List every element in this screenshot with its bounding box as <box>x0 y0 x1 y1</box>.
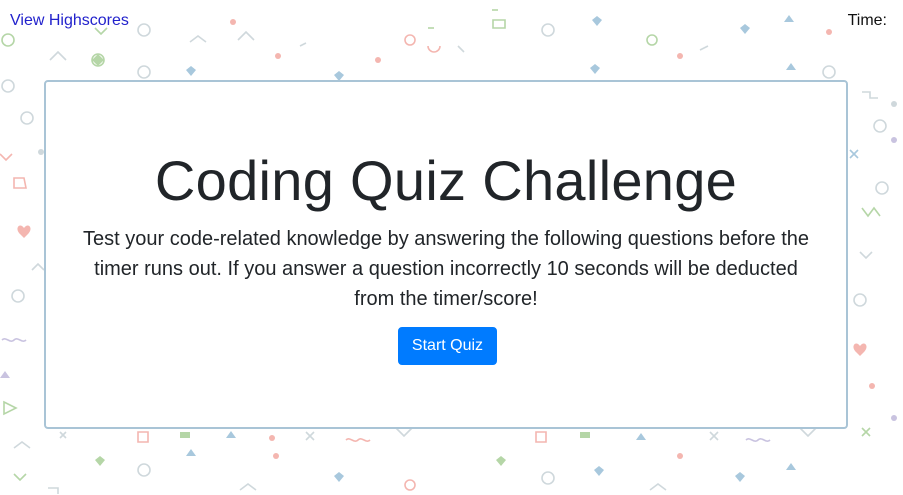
top-bar: View Highscores Time: <box>0 0 903 44</box>
timer-label: Time: <box>847 12 887 29</box>
quiz-title: Coding Quiz Challenge <box>154 149 738 212</box>
quiz-description: Test your code-related knowledge by answ… <box>83 228 809 310</box>
view-highscores-link[interactable]: View Highscores <box>10 12 129 30</box>
quiz-intro-card: Coding Quiz Challenge Test your code-rel… <box>44 80 848 429</box>
timer: Time: <box>848 12 891 30</box>
start-quiz-button[interactable]: Start Quiz <box>398 327 497 365</box>
